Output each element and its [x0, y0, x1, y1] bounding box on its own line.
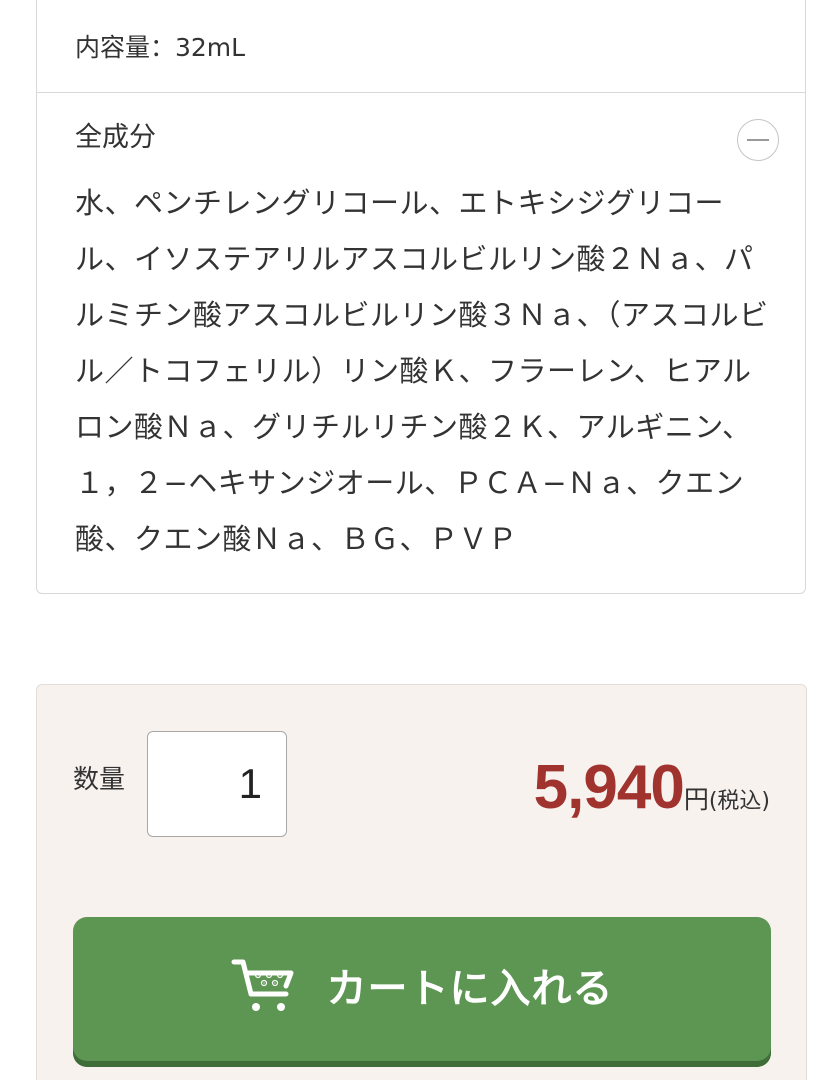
volume-text: 内容量：32mL [75, 33, 246, 62]
purchase-panel: 数量 5,940円(税込) カートに入れる [36, 684, 807, 1080]
ingredients-heading: 全成分 [75, 122, 156, 153]
price-unit: 円 [683, 785, 709, 814]
product-spec-card: 内容量：32mL 全成分 水、ペンチレングリコール、エトキシジグリコール、イソス… [36, 0, 806, 594]
shopping-cart-icon [231, 959, 293, 1011]
volume-row: 内容量：32mL [37, 0, 805, 93]
ingredients-section: 全成分 水、ペンチレングリコール、エトキシジグリコール、イソステアリルアスコルビ… [37, 93, 805, 567]
quantity-label: 数量 [73, 765, 126, 795]
product-detail-page: 内容量：32mL 全成分 水、ペンチレングリコール、エトキシジグリコール、イソス… [0, 0, 837, 1080]
minus-circle-icon[interactable] [737, 119, 779, 161]
price-tax-note: (税込) [708, 789, 770, 814]
ingredients-list: 水、ペンチレングリコール、エトキシジグリコール、イソステアリルアスコルビルリン酸… [75, 186, 769, 556]
add-to-cart-label: カートに入れる [326, 967, 614, 1011]
quantity-input[interactable] [147, 731, 287, 837]
price-display: 5,940円(税込) [534, 753, 770, 823]
add-to-cart-button[interactable]: カートに入れる [73, 917, 771, 1067]
price-value: 5,940 [533, 753, 685, 822]
